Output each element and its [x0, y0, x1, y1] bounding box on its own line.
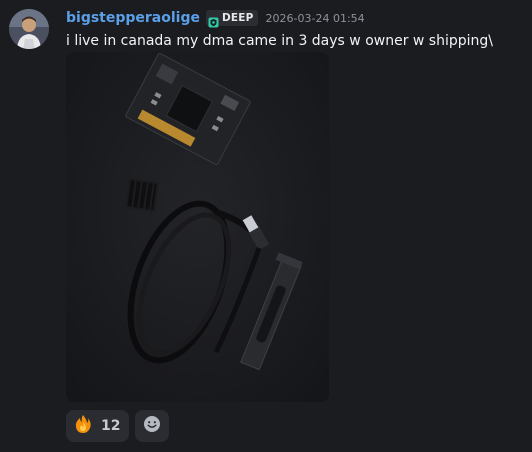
badge-label: DEEP	[221, 12, 254, 24]
shield-badge-icon	[208, 13, 219, 27]
reactions-bar: 12	[66, 410, 170, 442]
message-timestamp: 2026-03-24 01:54	[265, 11, 365, 25]
role-badge[interactable]: DEEP	[205, 10, 258, 27]
message-text: i live in canada my dma came in 3 days w…	[66, 33, 493, 49]
attachment-photo	[66, 52, 329, 402]
chat-message: bigstepperaolige DEEP 2026-03-24 01:54 i…	[0, 0, 532, 452]
smiley-add-reaction-icon	[143, 415, 161, 437]
fire-emoji-icon	[73, 414, 93, 438]
image-attachment[interactable]	[66, 52, 329, 402]
reaction-count: 12	[101, 418, 121, 434]
username[interactable]: bigstepperaolige	[66, 10, 200, 26]
message-header: bigstepperaolige DEEP 2026-03-24 01:54	[66, 9, 365, 27]
reaction-fire[interactable]: 12	[66, 410, 130, 442]
add-reaction-button[interactable]	[135, 410, 170, 442]
user-avatar[interactable]	[9, 9, 49, 49]
